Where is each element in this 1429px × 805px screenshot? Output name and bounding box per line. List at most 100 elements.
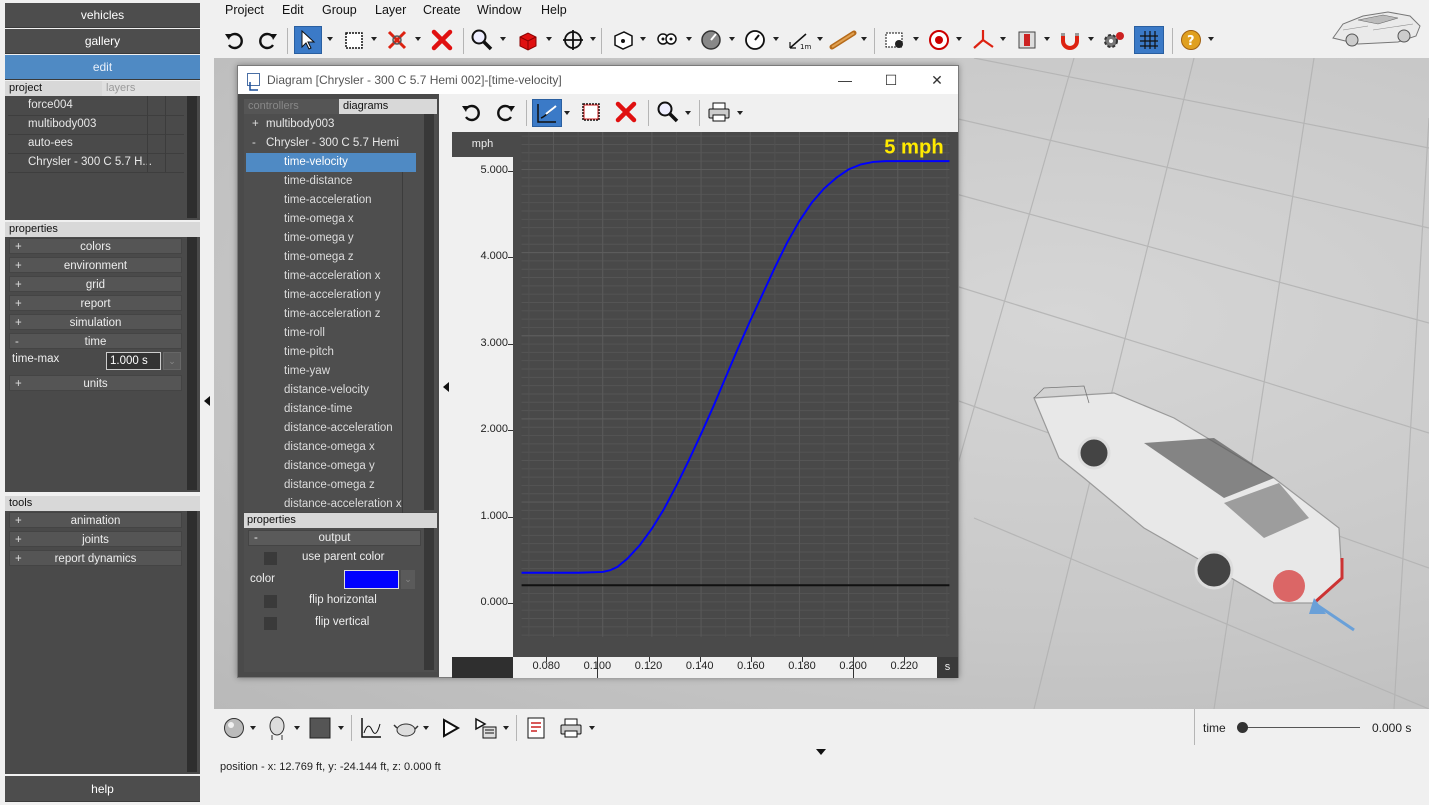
properties-scrollbar[interactable] [187, 237, 197, 490]
diagram-print-icon[interactable] [705, 99, 733, 125]
time-slider-thumb[interactable] [1237, 722, 1248, 733]
color-box-dropdown-icon[interactable] [338, 726, 344, 730]
tab-diagrams[interactable]: diagrams [339, 99, 437, 114]
collapse-arrow-icon[interactable] [443, 382, 449, 392]
diagram-item-cell[interactable] [402, 438, 420, 457]
project-item[interactable]: auto-ees [28, 134, 73, 153]
human-head-icon[interactable] [263, 714, 291, 742]
time-expander[interactable]: - [15, 334, 19, 350]
diagram-zoom-icon[interactable] [655, 99, 681, 125]
diagram-item-time-distance[interactable]: time-distance [246, 172, 416, 191]
menu-edit[interactable]: Edit [282, 3, 304, 17]
gallery-button[interactable]: gallery [5, 29, 200, 54]
record-box-icon[interactable] [881, 26, 909, 54]
diagram-item-cell[interactable] [402, 267, 420, 286]
help-button[interactable]: help [5, 776, 200, 802]
delete-joint-dropdown-icon[interactable] [415, 37, 421, 41]
speedometer-dropdown-icon[interactable] [773, 37, 779, 41]
head-dropdown-icon[interactable] [294, 726, 300, 730]
grid-toggle-icon[interactable] [1134, 26, 1164, 54]
curve-edit-dropdown-icon[interactable] [564, 111, 570, 115]
bookmark-dropdown-icon[interactable] [1044, 37, 1050, 41]
play-icon[interactable] [436, 714, 464, 742]
move-dropdown-icon[interactable] [590, 37, 596, 41]
prop-row-units[interactable]: + units [9, 375, 182, 391]
diagram-select-rect-icon[interactable] [578, 99, 604, 125]
diagram-item-distance-omega-x[interactable]: distance-omega x [246, 438, 416, 457]
spring-icon[interactable] [829, 26, 857, 54]
shading-dropdown-icon[interactable] [250, 726, 256, 730]
vehicles-button[interactable]: vehicles [5, 3, 200, 28]
diagram-item-time-velocity[interactable]: time-velocity [246, 153, 416, 172]
project-item-cell[interactable] [165, 134, 183, 153]
project-item-cell[interactable] [165, 96, 183, 115]
diagram-item-distance-time[interactable]: distance-time [246, 400, 416, 419]
report-icon[interactable] [522, 714, 550, 742]
prop-row-environment[interactable]: + environment [9, 257, 182, 273]
diagram-item-cell[interactable] [402, 172, 420, 191]
tree-expander[interactable]: - [252, 134, 256, 153]
play-settings-dropdown-icon[interactable] [503, 726, 509, 730]
edit-button[interactable]: edit [5, 55, 200, 80]
diagram-item-cell[interactable] [402, 248, 420, 267]
undo-icon[interactable] [220, 26, 248, 54]
prop-row-simulation[interactable]: + simulation [9, 314, 182, 330]
target-icon[interactable] [925, 26, 953, 54]
diagram-item-distance-omega-z[interactable]: distance-omega z [246, 476, 416, 495]
diagram-item-cell[interactable] [402, 191, 420, 210]
diagram-item-cell[interactable] [402, 324, 420, 343]
maximize-button[interactable]: ☐ [868, 66, 914, 94]
diagram-item-distance-acceleration[interactable]: distance-acceleration [246, 419, 416, 438]
diagram-item-time-acceleration-z[interactable]: time-acceleration z [246, 305, 416, 324]
project-item-cell[interactable] [165, 115, 183, 134]
output-section[interactable]: - output [248, 530, 421, 546]
diagram-item-cell[interactable] [402, 229, 420, 248]
diagram-tree-item[interactable]: + multibody003 [246, 115, 416, 134]
project-item-cell[interactable] [147, 134, 165, 153]
magnet-dropdown-icon[interactable] [1088, 37, 1094, 41]
rect-dropdown-icon[interactable] [371, 37, 377, 41]
color-box-icon[interactable] [306, 714, 334, 742]
diagram-window[interactable]: Diagram [Chrysler - 300 C 5.7 Hemi 002]-… [237, 65, 959, 678]
project-item[interactable]: Chrysler - 300 C 5.7 H... [28, 153, 152, 172]
speedometer-icon[interactable] [741, 26, 769, 54]
project-item-cell[interactable] [165, 153, 183, 172]
delete-icon[interactable] [428, 26, 456, 54]
units-expander[interactable]: + [15, 376, 22, 392]
diagram-item-cell[interactable] [402, 400, 420, 419]
gauge-dropdown-icon[interactable] [729, 37, 735, 41]
diagram-list-scrollbar[interactable] [424, 114, 434, 510]
diagram-zoom-dropdown-icon[interactable] [685, 111, 691, 115]
color-swatch[interactable] [344, 570, 399, 589]
axis-dropdown-icon[interactable] [1000, 37, 1006, 41]
diagram-titlebar[interactable]: Diagram [Chrysler - 300 C 5.7 Hemi 002]-… [238, 66, 958, 94]
teapot-dropdown-icon[interactable] [423, 726, 429, 730]
diagram-item-cell[interactable] [402, 286, 420, 305]
tool-expander[interactable]: + [15, 551, 22, 567]
menu-layer[interactable]: Layer [375, 3, 406, 17]
diagram-item-time-omega-x[interactable]: time-omega x [246, 210, 416, 229]
settings-gears-icon[interactable] [1100, 26, 1128, 54]
redo-icon[interactable] [254, 26, 282, 54]
diagram-item-cell[interactable] [402, 362, 420, 381]
project-item[interactable]: force004 [28, 96, 73, 115]
select-dropdown-icon[interactable] [327, 37, 333, 41]
axis-icon[interactable] [969, 26, 997, 54]
diagram-redo-icon[interactable] [493, 99, 519, 125]
project-item[interactable]: multibody003 [28, 115, 96, 134]
tab-layers[interactable]: layers [102, 81, 200, 96]
diagram-tree-item[interactable]: -Chrysler - 300 C 5.7 Hemi 002 [246, 134, 416, 168]
colors-expander[interactable]: + [15, 239, 22, 255]
diagram-item-time-omega-z[interactable]: time-omega z [246, 248, 416, 267]
teapot-icon[interactable] [392, 714, 420, 742]
zoom-dropdown-icon[interactable] [500, 37, 506, 41]
diagram-item-time-omega-y[interactable]: time-omega y [246, 229, 416, 248]
diagram-item-time-pitch[interactable]: time-pitch [246, 343, 416, 362]
diagram-item-time-roll[interactable]: time-roll [246, 324, 416, 343]
color-dropdown[interactable]: ⌄ [401, 570, 415, 589]
spring-dropdown-icon[interactable] [861, 37, 867, 41]
simulation-expander[interactable]: + [15, 315, 22, 331]
target-dropdown-icon[interactable] [956, 37, 962, 41]
output-expander[interactable]: - [254, 531, 258, 545]
magnet-icon[interactable] [1056, 26, 1084, 54]
